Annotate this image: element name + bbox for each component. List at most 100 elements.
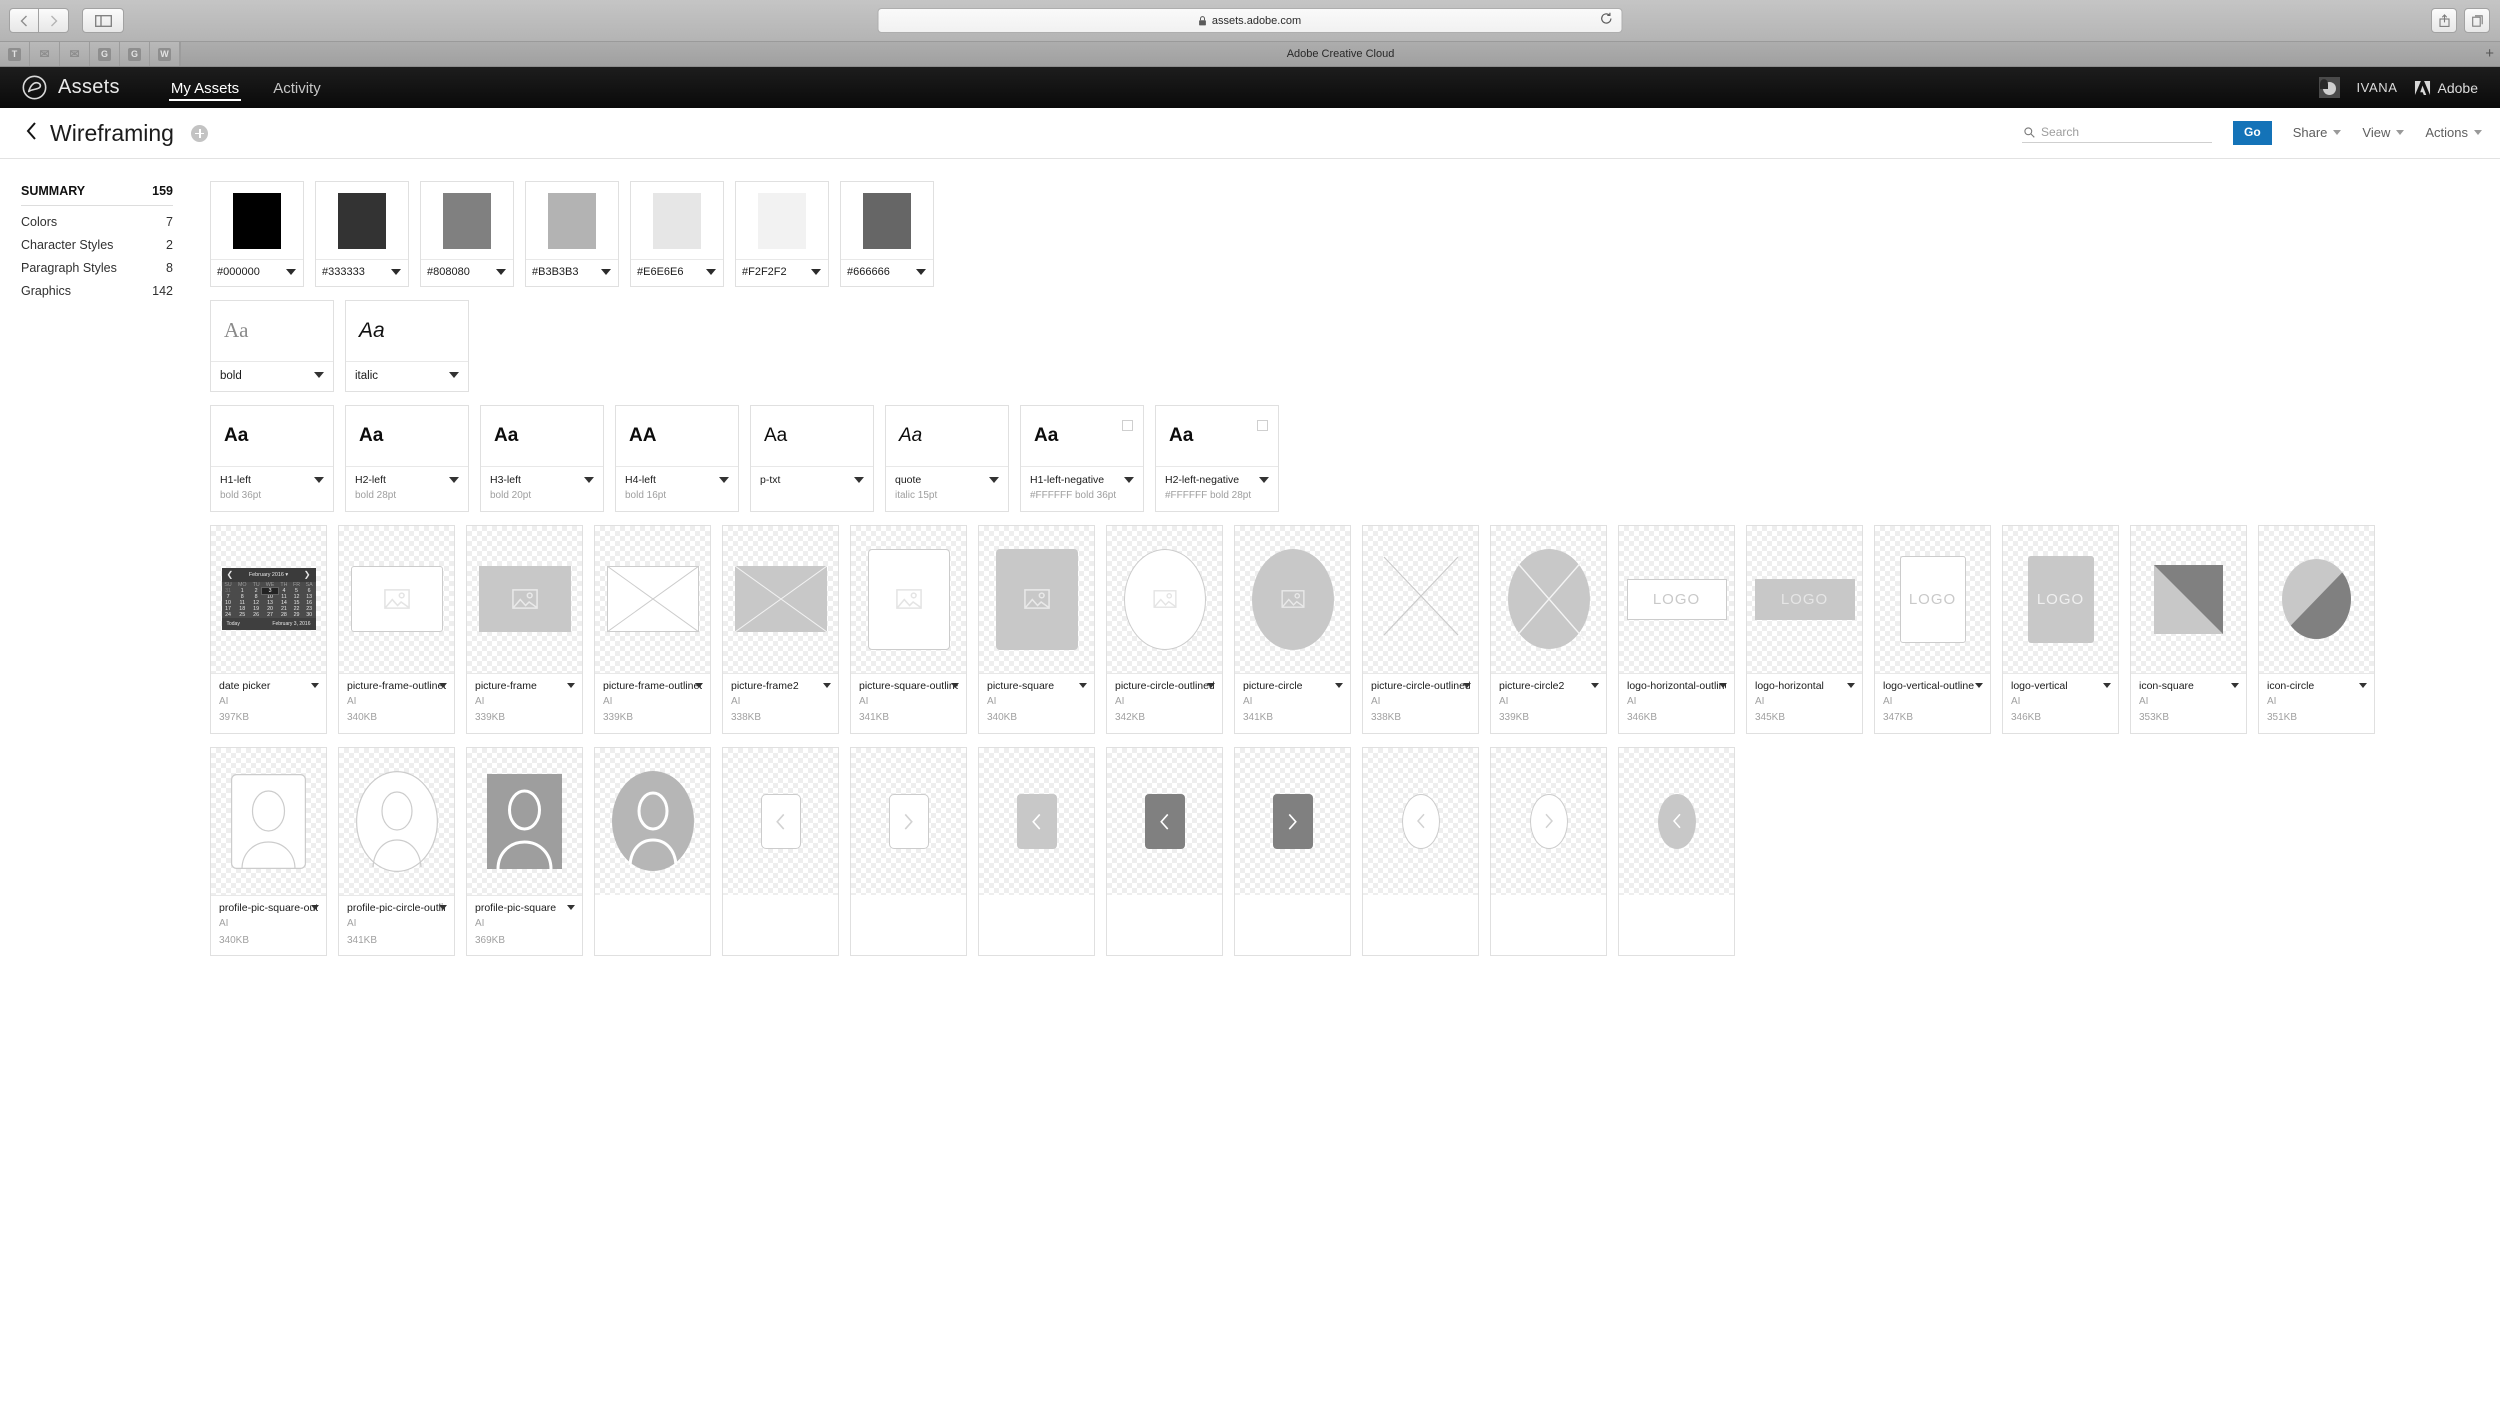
color-card[interactable]: #B3B3B3 (525, 181, 619, 287)
chevron-down-icon[interactable] (1079, 682, 1087, 688)
chevron-down-icon[interactable] (567, 904, 575, 910)
chevron-down-icon[interactable] (916, 269, 926, 275)
color-card[interactable]: #000000 (210, 181, 304, 287)
asset-card[interactable]: picture-square-outline AI 341KB (850, 524, 967, 734)
search-input[interactable]: Search (2041, 125, 2079, 139)
asset-card[interactable]: LOGO logo-vertical-outline AI 347KB (1874, 524, 1991, 734)
chevron-down-icon[interactable] (496, 269, 506, 275)
paragraph-style-card[interactable]: Aa H3-left bold 20pt (480, 405, 604, 512)
chevron-down-icon[interactable] (601, 269, 611, 275)
paragraph-style-card[interactable]: Aa H2-left-negative #FFFFFF bold 28pt (1155, 405, 1279, 512)
color-card[interactable]: #808080 (420, 181, 514, 287)
browser-back-button[interactable] (9, 8, 39, 33)
search-go-button[interactable]: Go (2233, 121, 2272, 145)
asset-card[interactable]: picture-frame2 AI 338KB (722, 524, 839, 734)
paragraph-style-card[interactable]: Aa quote italic 15pt (885, 405, 1009, 512)
avatar[interactable] (2319, 77, 2341, 98)
chevron-down-icon[interactable] (1591, 682, 1599, 688)
asset-card[interactable] (1234, 746, 1351, 956)
chevron-down-icon[interactable] (854, 477, 864, 484)
asset-card[interactable]: picture-circle AI 341KB (1234, 524, 1351, 734)
chevron-down-icon[interactable] (2103, 682, 2111, 688)
paragraph-style-card[interactable]: AA H4-left bold 16pt (615, 405, 739, 512)
asset-card[interactable]: ❮ February 2016 ▾ ❯ SU MO TU WE TH FR SA 31 1 2 3 4… (210, 524, 327, 734)
bookmark-item[interactable]: G (90, 42, 120, 66)
asset-card[interactable] (1490, 746, 1607, 956)
adobe-brand[interactable]: Adobe (2414, 80, 2478, 96)
chevron-down-icon[interactable] (1207, 682, 1215, 688)
actions-menu[interactable]: Actions (2425, 125, 2482, 140)
chevron-down-icon[interactable] (706, 269, 716, 275)
chevron-down-icon[interactable] (314, 371, 324, 378)
sidebar-item-character-styles[interactable]: Character Styles 2 (21, 238, 173, 252)
chevron-down-icon[interactable] (286, 269, 296, 275)
share-menu[interactable]: Share (2293, 125, 2342, 140)
asset-card[interactable]: LOGO logo-horizontal-outline AI 346KB (1618, 524, 1735, 734)
asset-card[interactable]: profile-pic-square AI 369KB (466, 746, 583, 956)
view-menu[interactable]: View (2362, 125, 2405, 140)
share-icon[interactable] (2431, 8, 2457, 33)
chevron-down-icon[interactable] (449, 371, 459, 378)
chevron-down-icon[interactable] (1847, 682, 1855, 688)
browser-tab-active[interactable]: Adobe Creative Cloud (180, 42, 2500, 66)
tab-activity[interactable]: Activity (271, 70, 323, 105)
bookmark-item[interactable]: G (120, 42, 150, 66)
asset-card[interactable]: profile-pic-square-outline AI 340KB (210, 746, 327, 956)
show-tabs-icon[interactable] (2464, 8, 2490, 33)
chevron-down-icon[interactable] (1124, 477, 1134, 484)
chevron-down-icon[interactable] (567, 682, 575, 688)
asset-card[interactable]: icon-square AI 353KB (2130, 524, 2247, 734)
chevron-down-icon[interactable] (449, 477, 459, 484)
chevron-down-icon[interactable] (719, 477, 729, 484)
reload-icon[interactable] (1601, 12, 1613, 30)
chevron-down-icon[interactable] (439, 682, 447, 688)
next-month-icon[interactable]: ❯ (304, 571, 311, 579)
character-style-card[interactable]: Aa bold (210, 299, 334, 393)
asset-card[interactable]: LOGO logo-horizontal AI 345KB (1746, 524, 1863, 734)
asset-card[interactable] (1362, 746, 1479, 956)
asset-card[interactable]: picture-circle-outlined2 AI 338KB (1362, 524, 1479, 734)
asset-card[interactable]: picture-frame AI 339KB (466, 524, 583, 734)
today-button[interactable]: Today (227, 621, 240, 627)
asset-card[interactable] (722, 746, 839, 956)
new-tab-button[interactable]: + (2485, 46, 2494, 61)
chevron-down-icon[interactable] (811, 269, 821, 275)
asset-card[interactable] (978, 746, 1095, 956)
color-card[interactable]: #333333 (315, 181, 409, 287)
chevron-down-icon[interactable] (695, 682, 703, 688)
asset-card[interactable]: picture-circle2 AI 339KB (1490, 524, 1607, 734)
asset-card[interactable]: icon-circle AI 351KB (2258, 524, 2375, 734)
paragraph-style-card[interactable]: Aa H1-left bold 36pt (210, 405, 334, 512)
asset-card[interactable]: picture-frame-outlined2 AI 339KB (594, 524, 711, 734)
sidebar-item-colors[interactable]: Colors 7 (21, 215, 173, 229)
chevron-down-icon[interactable] (1335, 682, 1343, 688)
asset-card[interactable]: picture-frame-outlined AI 340KB (338, 524, 455, 734)
back-chevron-icon[interactable] (26, 122, 37, 144)
chevron-down-icon[interactable] (311, 904, 319, 910)
prev-month-icon[interactable]: ❮ (227, 571, 234, 579)
sidebar-item-graphics[interactable]: Graphics 142 (21, 284, 173, 298)
bookmark-item[interactable]: ✉ (60, 42, 90, 66)
sidebar-item-paragraph-styles[interactable]: Paragraph Styles 8 (21, 261, 173, 275)
asset-card[interactable]: LOGO logo-vertical AI 346KB (2002, 524, 2119, 734)
paragraph-style-card[interactable]: Aa H2-left bold 28pt (345, 405, 469, 512)
asset-card[interactable] (594, 746, 711, 956)
chevron-down-icon[interactable] (314, 477, 324, 484)
asset-card[interactable]: profile-pic-circle-outline AI 341KB (338, 746, 455, 956)
color-card[interactable]: #666666 (840, 181, 934, 287)
chevron-down-icon[interactable] (951, 682, 959, 688)
chevron-down-icon[interactable] (1975, 682, 1983, 688)
chevron-down-icon[interactable] (2359, 682, 2367, 688)
asset-card[interactable]: picture-circle-outlined AI 342KB (1106, 524, 1223, 734)
paragraph-style-card[interactable]: Aa H1-left-negative #FFFFFF bold 36pt (1020, 405, 1144, 512)
browser-forward-button[interactable] (39, 8, 69, 33)
asset-card[interactable] (1106, 746, 1223, 956)
bookmark-item[interactable]: T (0, 42, 30, 66)
color-card[interactable]: #F2F2F2 (735, 181, 829, 287)
date-picker-widget[interactable]: ❮ February 2016 ▾ ❯ SU MO TU WE TH FR SA 31 1 2 3 4… (221, 568, 316, 631)
chevron-down-icon[interactable] (311, 682, 319, 688)
color-card[interactable]: #E6E6E6 (630, 181, 724, 287)
chevron-down-icon[interactable] (2231, 682, 2239, 688)
asset-card[interactable] (1618, 746, 1735, 956)
plus-circle-icon[interactable] (190, 124, 208, 142)
